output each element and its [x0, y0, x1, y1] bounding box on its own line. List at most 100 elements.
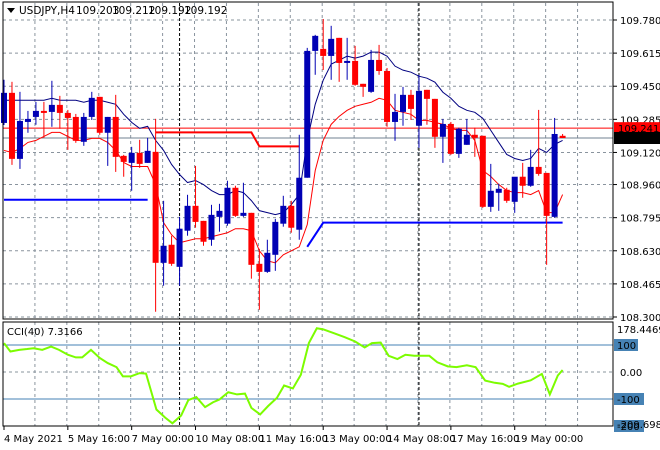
cci-axis-max: 178.4469	[617, 325, 660, 336]
candle-body	[56, 104, 63, 113]
cci-label: CCI(40) 7.3166	[7, 327, 83, 338]
candle-body	[407, 94, 414, 109]
candle-body	[400, 94, 406, 112]
cci-pane-frame	[2, 321, 614, 427]
candle-body	[320, 48, 327, 56]
price-label: 108.795	[620, 214, 660, 225]
candle-body	[40, 110, 47, 113]
candle-body	[200, 220, 207, 242]
price-label: 109.615	[620, 49, 660, 60]
candle-body	[104, 116, 111, 133]
price-label: 109.450	[620, 82, 660, 93]
candle-body	[527, 166, 534, 186]
price-label: 109.780	[620, 16, 660, 27]
candle-body	[487, 190, 494, 207]
red-step-line	[155, 131, 300, 148]
time-label: 5 May 16:00	[68, 434, 130, 445]
symbol-label: USDJPY,H4	[19, 5, 75, 17]
candle-body	[208, 214, 215, 240]
indicator-lines	[3, 51, 564, 264]
candle-body	[136, 152, 143, 164]
lower-ma-line	[3, 97, 564, 264]
candle-body	[447, 123, 454, 154]
candles	[1, 18, 566, 312]
candle-body	[455, 128, 462, 154]
candle-body	[112, 116, 119, 157]
candle-body	[240, 212, 247, 216]
candle-body	[551, 133, 558, 217]
candle-body	[72, 116, 79, 141]
price-label: 108.300	[620, 313, 660, 324]
candle-body	[120, 155, 127, 162]
candle-body	[439, 123, 446, 137]
candle-body	[48, 104, 55, 112]
candle-body	[8, 92, 15, 159]
candle-body	[296, 177, 303, 230]
time-label: 17 May 16:00	[451, 434, 520, 445]
time-label: 7 May 00:00	[132, 434, 194, 445]
candle-body	[543, 172, 550, 216]
candle-body	[495, 188, 502, 193]
cci-level-tag: 100	[617, 341, 636, 352]
candle-body	[232, 187, 239, 216]
candle-body	[248, 212, 255, 265]
time-label: 14 May 08:00	[387, 434, 456, 445]
candle-body	[272, 221, 279, 255]
candle-body	[168, 244, 175, 264]
candle-body	[88, 97, 95, 117]
upper-ma-line	[4, 51, 563, 216]
candle-body	[256, 263, 263, 272]
candle-body	[280, 205, 287, 224]
axes: 109.780109.615109.450109.285109.120108.9…	[3, 16, 660, 445]
candle-body	[32, 110, 39, 117]
cci-axis-min: -209.6983	[617, 420, 660, 431]
candle-body	[312, 35, 319, 51]
candle-body	[392, 111, 399, 122]
candle-body	[264, 252, 271, 272]
candle-body	[479, 135, 486, 207]
candle-body	[16, 120, 23, 159]
candle-body	[511, 176, 518, 202]
ohlc-close: 109.192	[184, 5, 227, 17]
candle-body	[184, 205, 191, 231]
candle-body	[344, 60, 351, 63]
candle-body	[80, 116, 87, 142]
cci-line	[3, 327, 564, 425]
candle-body	[336, 37, 343, 63]
candle-body	[503, 189, 510, 201]
candle-body	[431, 98, 438, 137]
time-label: 19 May 00:00	[515, 434, 584, 445]
cci-level-label: 0.00	[620, 368, 642, 379]
candle-body	[368, 59, 375, 92]
usdjpy-chart[interactable]: 109.780109.615109.450109.285109.120108.9…	[0, 0, 660, 450]
candle-body	[423, 89, 430, 99]
candle-body	[64, 112, 71, 118]
candle-body	[328, 38, 335, 56]
candle-body	[360, 83, 367, 87]
candle-body	[288, 205, 295, 228]
price-label: 109.120	[620, 148, 660, 159]
dropdown-triangle-icon[interactable]	[7, 8, 15, 13]
candle-body	[224, 187, 231, 224]
time-label: 10 May 08:00	[196, 434, 265, 445]
candle-body	[304, 50, 311, 178]
time-label: 4 May 2021	[4, 434, 63, 445]
candle-body	[352, 60, 359, 85]
candle-body	[128, 152, 135, 163]
candle-body	[471, 134, 478, 138]
price-label: 108.465	[620, 280, 660, 291]
candle-body	[1, 92, 7, 123]
candle-body	[376, 59, 383, 71]
cci-level-tag: -100	[617, 395, 640, 406]
candle-body	[559, 135, 566, 138]
candle-body	[24, 118, 31, 122]
candle-body	[96, 96, 103, 133]
candle-body	[384, 70, 391, 122]
bid-price-tag: 109.192	[618, 134, 659, 145]
candle-body	[160, 245, 167, 263]
candle-body	[216, 210, 223, 217]
candle-body	[192, 205, 199, 222]
price-label: 108.960	[620, 181, 660, 192]
candle-body	[176, 228, 183, 267]
candle-body	[535, 166, 542, 174]
